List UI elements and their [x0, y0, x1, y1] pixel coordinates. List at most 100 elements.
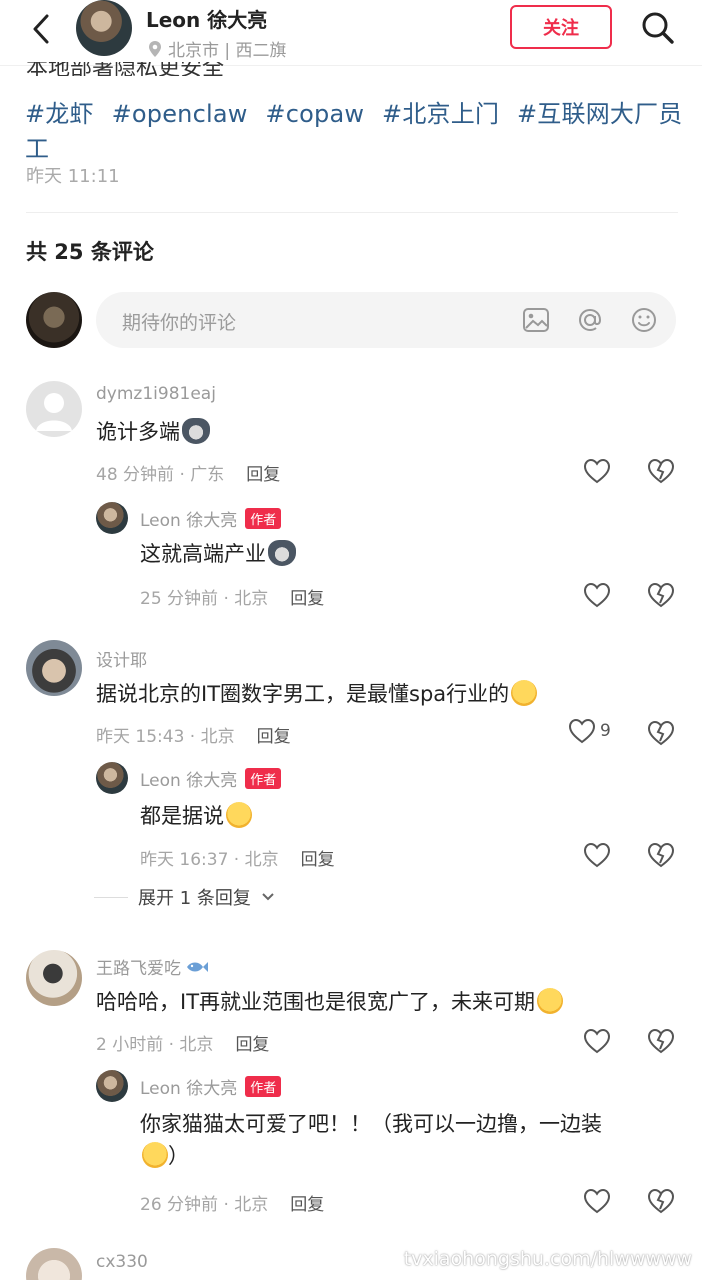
broken-heart-icon [647, 720, 675, 746]
like-button[interactable] [582, 1026, 612, 1056]
heart-icon [583, 582, 611, 608]
author-avatar-small[interactable] [96, 502, 128, 534]
dislike-button[interactable] [646, 456, 676, 486]
like-button[interactable] [582, 580, 612, 610]
image-icon[interactable] [522, 306, 550, 334]
reply-username[interactable]: Leon 徐大亮 作者 [140, 1074, 282, 1099]
reply-button[interactable]: 回复 [290, 584, 324, 609]
user-silhouette-icon [36, 393, 72, 431]
comment-count: 共 25 条评论 [26, 240, 154, 264]
expand-label[interactable]: 展开 1 条回复 [138, 884, 251, 910]
reply-button[interactable]: 回复 [290, 1190, 324, 1215]
grin-emoji [142, 1142, 168, 1168]
search-button[interactable] [638, 8, 678, 48]
back-button[interactable] [24, 12, 58, 46]
reply-button[interactable]: 回复 [246, 460, 280, 485]
broken-heart-icon [647, 842, 675, 868]
user-avatar[interactable] [26, 640, 82, 696]
cat-emoji [268, 540, 296, 566]
hashtag[interactable]: #北京上门 [382, 100, 499, 128]
author-badge: 作者 [245, 508, 282, 529]
comment-text: 哈哈哈，IT再就业范围也是很宽广了，未来可期 [96, 986, 564, 1018]
cat-emoji [182, 418, 210, 444]
comment-body: 诡计多端 [96, 420, 180, 444]
comment-body: 哈哈哈，IT再就业范围也是很宽广了，未来可期 [96, 990, 536, 1014]
dislike-button[interactable] [646, 1186, 676, 1216]
comment-username[interactable]: 王路飞爱吃 [96, 954, 209, 979]
reply-user-name[interactable]: Leon 徐大亮 [140, 1079, 237, 1099]
watermark: tvxiaohongshu.com/hlwwwww [403, 1248, 692, 1270]
comment-text: 据说北京的IT圈数字男工，是最懂spa行业的 [96, 678, 538, 710]
reply-user-name[interactable]: Leon 徐大亮 [140, 511, 237, 531]
user-avatar[interactable] [26, 950, 82, 1006]
author-avatar-small[interactable] [96, 762, 128, 794]
author-badge: 作者 [245, 768, 282, 789]
dislike-button[interactable] [646, 580, 676, 610]
reply-text: 都是据说 [140, 800, 252, 832]
broken-heart-icon [647, 582, 675, 608]
laugh-cry-emoji [511, 680, 538, 706]
mention-icon[interactable] [576, 306, 604, 334]
heart-icon [583, 458, 611, 484]
dislike-button[interactable] [646, 840, 676, 870]
reply-username[interactable]: Leon 徐大亮 作者 [140, 506, 282, 531]
hashtag[interactable]: #龙虾 [25, 100, 94, 128]
heart-icon [568, 718, 596, 744]
dislike-button[interactable] [646, 718, 676, 748]
comment-text: 诡计多端 [96, 416, 210, 448]
comment-body: 据说北京的IT圈数字男工，是最懂spa行业的 [96, 682, 510, 706]
reply-username[interactable]: Leon 徐大亮 作者 [140, 766, 282, 791]
divider [26, 212, 678, 213]
reply-meta: 26 分钟前 · 北京 回复 [140, 1190, 324, 1215]
broken-heart-icon [647, 1028, 675, 1054]
expand-line [94, 896, 128, 898]
chevron-left-icon [33, 14, 49, 44]
author-avatar-small[interactable] [96, 1070, 128, 1102]
comment-time: 昨天 15:43 · 北京 [96, 727, 235, 747]
author-avatar[interactable] [76, 0, 132, 56]
author-name[interactable]: Leon 徐大亮 [146, 4, 267, 33]
like-button[interactable] [582, 840, 612, 870]
like-count: 9 [600, 721, 611, 741]
hashtag[interactable]: #copaw [265, 100, 364, 128]
expand-replies-button[interactable]: 展开 1 条回复 [94, 884, 275, 910]
user-name[interactable]: 王路飞爱吃 [96, 954, 181, 979]
comment-time: 48 分钟前 · 广东 [96, 465, 225, 485]
emoji-icon[interactable] [630, 306, 658, 334]
heart-icon [583, 1188, 611, 1214]
comment-username[interactable]: cx330 [96, 1252, 148, 1272]
reply-body: 这就高端产业 [140, 542, 266, 566]
default-avatar[interactable] [26, 381, 82, 437]
post-text-cut: 本地部署隐私更安全 [26, 62, 225, 76]
comment-username[interactable]: 设计耶 [96, 646, 147, 671]
follow-button[interactable]: 关注 [510, 5, 612, 49]
broken-heart-icon [647, 458, 675, 484]
post-time: 昨天 11:11 [26, 166, 120, 187]
top-bar: Leon 徐大亮 北京市 | 西二旗 关注 [0, 0, 702, 66]
chevron-down-icon [262, 893, 274, 901]
reply-body-line1: 你家猫猫太可爱了吧！！（我可以一边撸，一边装 [140, 1112, 602, 1136]
search-icon [642, 12, 674, 44]
reply-body-tail: ） [168, 1144, 189, 1168]
comment-meta: 昨天 15:43 · 北京 回复 [96, 722, 291, 747]
reply-button[interactable]: 回复 [301, 845, 335, 870]
heart-icon [583, 842, 611, 868]
reply-user-name[interactable]: Leon 徐大亮 [140, 771, 237, 791]
comment-meta: 48 分钟前 · 广东 回复 [96, 460, 280, 485]
hashtag[interactable]: #openclaw [112, 100, 248, 128]
like-button[interactable]: 9 [568, 718, 611, 744]
like-button[interactable] [582, 456, 612, 486]
dislike-button[interactable] [646, 1026, 676, 1056]
comment-username[interactable]: dymz1i981eaj [96, 384, 216, 404]
hashtag-list: #龙虾 #openclaw #copaw #北京上门 #互联网大厂员工 [25, 94, 702, 164]
reply-button[interactable]: 回复 [235, 1030, 269, 1055]
like-button[interactable] [582, 1186, 612, 1216]
reply-meta: 25 分钟前 · 北京 回复 [140, 584, 324, 609]
heart-icon [583, 1028, 611, 1054]
my-avatar [26, 292, 82, 348]
comment-placeholder: 期待你的评论 [122, 312, 237, 334]
user-avatar[interactable] [26, 1248, 82, 1280]
reply-button[interactable]: 回复 [257, 722, 291, 747]
comment-input[interactable]: 期待你的评论 [96, 292, 676, 348]
reply-time: 26 分钟前 · 北京 [140, 1195, 269, 1215]
